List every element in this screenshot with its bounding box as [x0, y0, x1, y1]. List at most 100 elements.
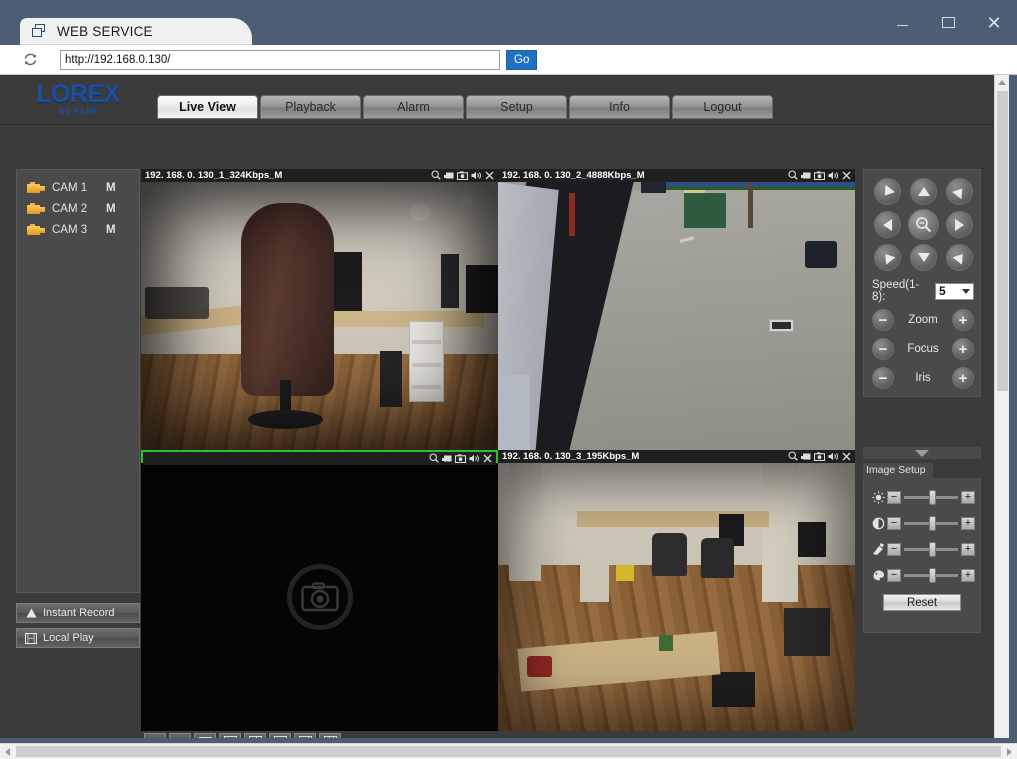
focus-minus-button[interactable]: − — [872, 338, 894, 360]
four-window-layout-button[interactable] — [244, 733, 266, 738]
nine-window-layout-button[interactable] — [319, 733, 341, 738]
local-record-icon[interactable] — [801, 450, 811, 466]
hue-minus-button[interactable]: − — [887, 568, 901, 582]
digital-zoom-icon[interactable] — [788, 169, 798, 185]
down-arrow-button[interactable] — [910, 244, 937, 271]
zoom-plus-button[interactable]: + — [952, 309, 974, 331]
snapshot-icon[interactable] — [454, 450, 467, 468]
camera-list-item-2[interactable]: CAM 2 M — [17, 199, 139, 218]
contrast-minus-button[interactable]: − — [887, 516, 901, 530]
page-vertical-scrollbar[interactable] — [994, 75, 1009, 738]
zoom-minus-button[interactable]: − — [872, 309, 894, 331]
brightness-slider[interactable] — [904, 489, 958, 505]
scroll-right-arrow-icon[interactable] — [1007, 747, 1012, 756]
contrast-slider[interactable] — [904, 515, 958, 531]
full-width-layout-button[interactable] — [194, 733, 216, 738]
saturation-minus-button[interactable]: − — [887, 542, 901, 556]
audio-icon[interactable] — [828, 450, 839, 466]
down-right-arrow-button[interactable] — [946, 244, 973, 271]
scroll-left-arrow-icon[interactable] — [5, 747, 10, 756]
eight-window-layout-button[interactable] — [294, 733, 316, 738]
instant-record-label: Instant Record — [43, 607, 115, 619]
scroll-thumb[interactable] — [997, 91, 1008, 391]
up-left-arrow-button[interactable] — [874, 178, 901, 205]
ptz-speed-select[interactable]: 5 — [934, 282, 974, 300]
local-record-icon[interactable] — [444, 169, 454, 185]
slider-knob[interactable] — [928, 515, 936, 531]
video-panel-title: 192. 168. 0. 130_3_195Kbps_M — [502, 451, 640, 462]
image-setup-reset-button[interactable]: Reset — [883, 594, 961, 611]
minimize-icon[interactable] — [879, 0, 925, 45]
left-arrow-icon — [883, 218, 892, 231]
video-panel-3[interactable] — [141, 450, 498, 731]
single-window-layout-button[interactable] — [219, 733, 241, 738]
brightness-plus-button[interactable]: + — [961, 490, 975, 504]
right-arrow-button[interactable] — [946, 211, 973, 238]
contrast-plus-button[interactable]: + — [961, 516, 975, 530]
camera-name: CAM 1 — [52, 181, 88, 194]
ptz-collapse-button[interactable] — [863, 447, 981, 459]
audio-icon[interactable] — [471, 169, 482, 185]
digital-zoom-icon[interactable] — [431, 169, 441, 185]
video-panel-4[interactable]: 192. 168. 0. 130_3_195Kbps_M — [498, 450, 855, 731]
down-left-arrow-button[interactable] — [874, 244, 901, 271]
tab-setup[interactable]: Setup — [466, 95, 567, 119]
slider-knob[interactable] — [928, 489, 936, 505]
browser-tab[interactable]: WEB SERVICE — [20, 18, 252, 45]
slider-knob[interactable] — [928, 567, 936, 583]
iris-plus-button[interactable]: + — [952, 367, 974, 389]
saturation-slider[interactable] — [904, 541, 958, 557]
close-icon[interactable] — [483, 450, 492, 468]
contrast-icon — [869, 517, 887, 530]
snapshot-icon[interactable] — [813, 450, 826, 466]
ptz-zoom-center-button[interactable] — [908, 209, 939, 240]
local-record-icon[interactable] — [442, 450, 452, 468]
focus-plus-button[interactable]: + — [951, 338, 974, 360]
six-window-layout-button[interactable] — [269, 733, 291, 738]
go-button[interactable]: Go — [506, 49, 538, 70]
maximize-icon[interactable] — [925, 0, 971, 45]
hd-label: HD — [150, 738, 160, 739]
fluency-button[interactable] — [169, 733, 191, 738]
close-icon[interactable]: ✕ — [971, 0, 1017, 45]
slider-knob[interactable] — [928, 541, 936, 557]
scroll-up-arrow-icon[interactable] — [998, 80, 1006, 85]
tab-live-view[interactable]: Live View — [157, 95, 258, 119]
scroll-thumb-horizontal[interactable] — [16, 746, 1001, 757]
close-icon[interactable] — [842, 169, 851, 185]
hue-plus-button[interactable]: + — [961, 568, 975, 582]
snapshot-icon[interactable] — [456, 169, 469, 185]
audio-icon[interactable] — [469, 450, 480, 468]
camera-list-item-3[interactable]: CAM 3 M — [17, 220, 139, 239]
video-panel-icons — [788, 450, 855, 466]
camera-name: CAM 2 — [52, 202, 88, 215]
saturation-plus-button[interactable]: + — [961, 542, 975, 556]
quality-hd-button[interactable]: HD — [144, 733, 166, 738]
tab-alarm[interactable]: Alarm — [363, 95, 464, 119]
brightness-minus-button[interactable]: − — [887, 490, 901, 504]
hue-slider[interactable] — [904, 567, 958, 583]
local-play-label: Local Play — [43, 632, 94, 644]
window-horizontal-scrollbar[interactable] — [0, 743, 1017, 759]
up-right-arrow-button[interactable] — [946, 178, 973, 205]
close-icon[interactable] — [842, 450, 851, 466]
digital-zoom-icon[interactable] — [429, 450, 439, 468]
video-panel-1[interactable]: 192. 168. 0. 130_1_324Kbps_M — [141, 169, 498, 450]
tab-playback[interactable]: Playback — [260, 95, 361, 119]
instant-record-button[interactable]: Instant Record — [16, 603, 140, 623]
local-record-icon[interactable] — [801, 169, 811, 185]
tab-logout[interactable]: Logout — [672, 95, 773, 119]
snapshot-icon[interactable] — [813, 169, 826, 185]
reload-icon[interactable] — [10, 51, 50, 68]
audio-icon[interactable] — [828, 169, 839, 185]
local-play-button[interactable]: Local Play — [16, 628, 140, 648]
iris-minus-button[interactable]: − — [872, 367, 894, 389]
up-arrow-button[interactable] — [910, 178, 937, 205]
url-input[interactable]: http://192.168.0.130/ — [60, 49, 500, 70]
tab-info[interactable]: Info — [569, 95, 670, 119]
close-icon[interactable] — [485, 169, 494, 185]
camera-list-item-1[interactable]: CAM 1 M — [17, 178, 139, 197]
digital-zoom-icon[interactable] — [788, 450, 798, 466]
video-panel-2[interactable]: 192. 168. 0. 130_2_4888Kbps_M — [498, 169, 855, 450]
left-arrow-button[interactable] — [874, 211, 901, 238]
